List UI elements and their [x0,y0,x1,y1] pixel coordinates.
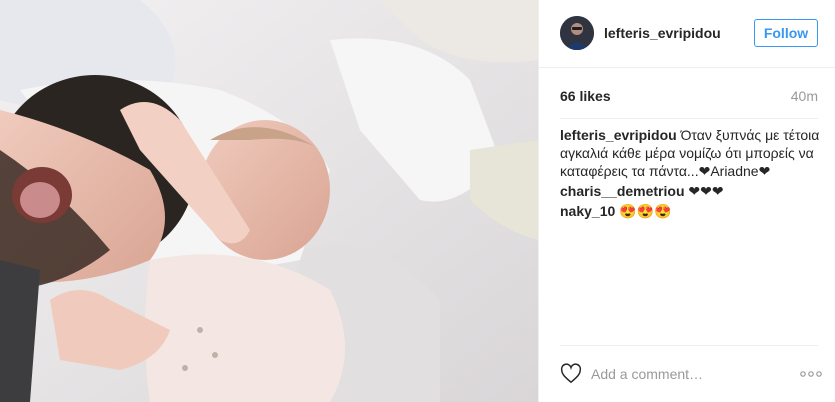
add-comment-bar [560,360,822,388]
add-comment-input[interactable] [591,363,781,385]
follow-button[interactable]: Follow [754,19,818,47]
comment-item: lefteris_evripidou Όταν ξυπνάς με τέτοια… [560,126,822,180]
comment-item: charis__demetriou ❤❤❤ [560,182,822,200]
avatar[interactable] [560,16,594,50]
post-author-username[interactable]: lefteris_evripidou [604,25,721,41]
more-options-icon[interactable] [800,366,822,382]
post-photo[interactable] [0,0,538,402]
photo-illustration [0,0,538,402]
comment-item: naky_10 😍😍😍 [560,202,822,220]
comment-username[interactable]: lefteris_evripidou [560,127,677,143]
comment-text: ❤❤❤ [688,183,724,199]
post-header: lefteris_evripidou Follow [539,0,835,68]
comment-username[interactable]: naky_10 [560,203,615,219]
divider [560,118,818,119]
comments-list: lefteris_evripidou Όταν ξυπνάς με τέτοια… [560,126,822,222]
instagram-post: lefteris_evripidou Follow 66 likes 40m l… [0,0,835,402]
likes-count[interactable]: 66 likes [560,88,818,104]
comment-username[interactable]: charis__demetriou [560,183,685,199]
divider [560,345,818,346]
comment-text: 😍😍😍 [619,203,672,219]
avatar-image [560,16,594,50]
post-timestamp[interactable]: 40m [791,88,818,104]
heart-icon[interactable] [560,363,582,385]
post-details-panel: lefteris_evripidou Follow 66 likes 40m l… [538,0,835,402]
